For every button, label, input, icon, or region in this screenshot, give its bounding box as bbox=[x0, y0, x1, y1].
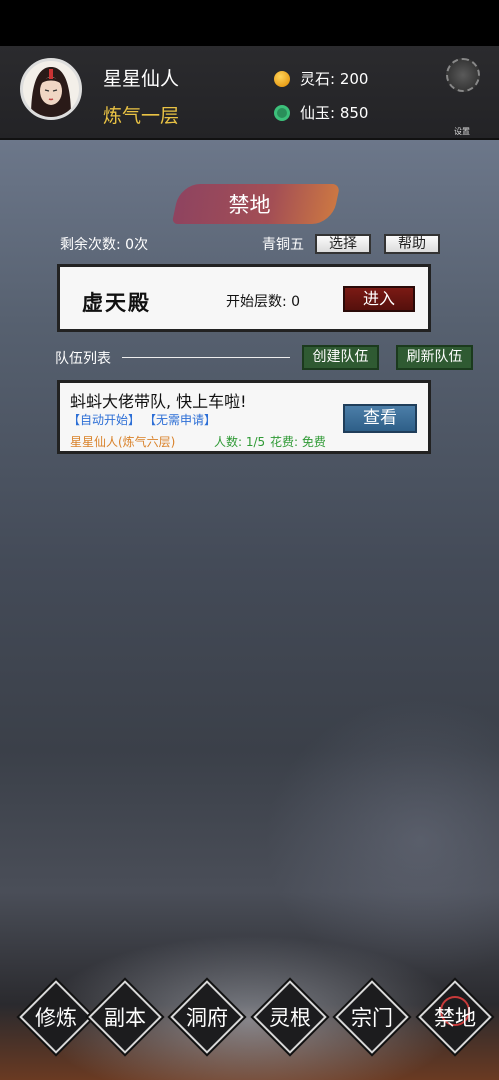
bottom-nav: 修炼 副本 洞府 灵根 宗门 禁地 bbox=[0, 978, 499, 1058]
nav-item-sect[interactable]: 宗门 bbox=[333, 978, 411, 1056]
no-apply-tag: 【无需申请】 bbox=[144, 413, 217, 427]
jade-icon bbox=[274, 104, 290, 121]
nav-item-spirit-root[interactable]: 灵根 bbox=[251, 978, 329, 1056]
status-bar bbox=[0, 0, 499, 46]
player-realm: 炼气一层 bbox=[103, 105, 180, 127]
nav-label: 洞府 bbox=[186, 1006, 228, 1030]
select-button[interactable]: 选择 bbox=[315, 234, 371, 254]
spirit-stone-value: 灵石: 200 bbox=[300, 70, 369, 88]
dungeon-name: 虚天殿 bbox=[82, 290, 151, 315]
nav-label: 副本 bbox=[104, 1006, 146, 1030]
nav-label: 修炼 bbox=[35, 1006, 77, 1030]
enter-button[interactable]: 进入 bbox=[343, 286, 415, 312]
spirit-stone-counter: 灵石: 200 bbox=[274, 68, 368, 89]
jade-counter: 仙玉: 850 bbox=[274, 102, 368, 123]
rank-label: 青铜五 bbox=[262, 237, 304, 253]
team-leader: 星星仙人(炼气六层) bbox=[70, 435, 176, 449]
create-team-button[interactable]: 创建队伍 bbox=[302, 345, 379, 370]
jade-value: 仙玉: 850 bbox=[300, 104, 369, 122]
spirit-stone-icon bbox=[274, 70, 290, 87]
auto-start-tag: 【自动开始】 bbox=[68, 413, 141, 427]
dungeon-card: 虚天殿 开始层数: 0 进入 bbox=[57, 264, 431, 332]
nav-label: 禁地 bbox=[434, 1006, 476, 1030]
remaining-attempts: 剩余次数: 0次 bbox=[60, 237, 149, 253]
team-cost: 花费: 免费 bbox=[270, 435, 326, 449]
view-team-button[interactable]: 查看 bbox=[343, 404, 417, 433]
avatar-portrait-icon bbox=[31, 67, 71, 117]
avatar[interactable] bbox=[20, 58, 82, 120]
team-list-label: 队伍列表 bbox=[55, 351, 111, 367]
settings-gear-icon[interactable] bbox=[446, 58, 480, 92]
nav-item-cave[interactable]: 洞府 bbox=[168, 978, 246, 1056]
forbidden-land-panel: 禁地 剩余次数: 0次 青铜五 选择 帮助 虚天殿 开始层数: 0 进入 队伍列… bbox=[0, 140, 499, 1080]
nav-label: 灵根 bbox=[269, 1006, 311, 1030]
team-title: 蚪蚪大佬带队, 快上车啦! bbox=[70, 392, 247, 411]
nav-item-dungeon[interactable]: 副本 bbox=[86, 978, 164, 1056]
page-title: 禁地 bbox=[228, 193, 271, 217]
divider bbox=[122, 357, 290, 358]
start-floor: 开始层数: 0 bbox=[226, 294, 301, 310]
player-header: 星星仙人 炼气一层 灵石: 200 仙玉: 850 设置 bbox=[0, 46, 499, 140]
team-list-item[interactable]: 蚪蚪大佬带队, 快上车啦! 【自动开始】 【无需申请】 星星仙人(炼气六层) 人… bbox=[57, 380, 431, 454]
team-member-count: 人数: 1/5 bbox=[214, 435, 266, 449]
player-name: 星星仙人 bbox=[103, 68, 180, 90]
settings-label: 设置 bbox=[454, 127, 470, 136]
help-button[interactable]: 帮助 bbox=[384, 234, 440, 254]
nav-item-forbidden-land[interactable]: 禁地 bbox=[416, 978, 494, 1056]
nav-item-cultivate[interactable]: 修炼 bbox=[17, 978, 95, 1056]
refresh-team-button[interactable]: 刷新队伍 bbox=[396, 345, 473, 370]
nav-label: 宗门 bbox=[351, 1006, 393, 1030]
